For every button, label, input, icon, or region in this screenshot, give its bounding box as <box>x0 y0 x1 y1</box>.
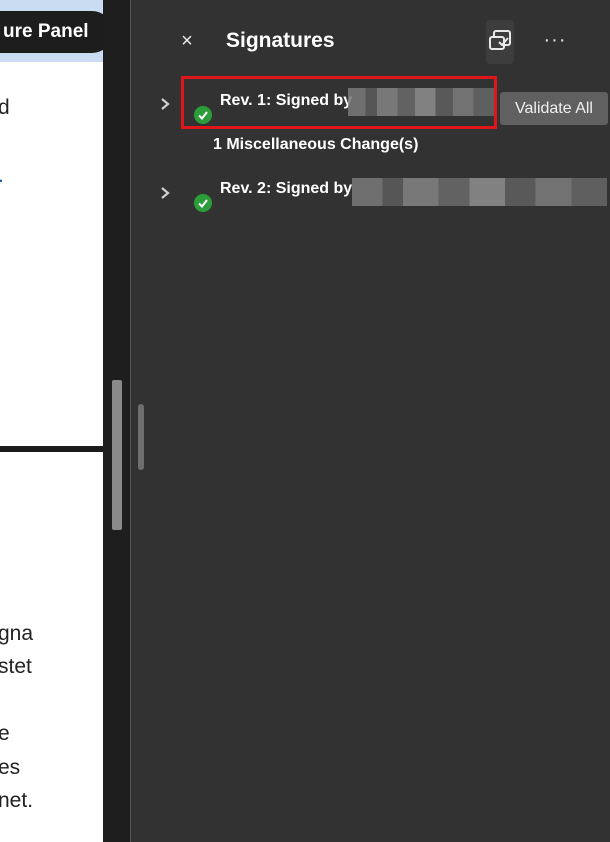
document-text-fragment: . <box>0 164 4 188</box>
close-icon[interactable]: × <box>176 30 198 52</box>
validate-all-icon <box>489 30 511 50</box>
document-text-fragment: e <box>0 722 10 745</box>
document-text-fragment: gna <box>0 622 34 645</box>
document-text-fragment: d <box>0 96 10 119</box>
valid-signature-icon <box>194 194 212 212</box>
panel-resize-handle[interactable] <box>138 404 144 470</box>
document-text-fragment: es <box>0 756 21 779</box>
revision-label: Rev. 2: Signed by <box>220 180 353 197</box>
revision-changes-label: 1 Miscellaneous Change(s) <box>213 136 419 153</box>
validate-all-button[interactable] <box>486 20 514 64</box>
document-divider <box>0 446 103 452</box>
document-text-fragment: stet <box>0 655 32 678</box>
more-options-icon[interactable]: ··· <box>541 28 569 56</box>
redacted-signer-name <box>352 178 607 206</box>
signature-panel-tab[interactable]: ure Panel <box>0 11 113 53</box>
panel-title: Signatures <box>226 29 335 52</box>
chevron-right-icon[interactable] <box>158 97 172 111</box>
chevron-right-icon[interactable] <box>158 186 172 200</box>
validate-all-tooltip: Validate All <box>500 92 608 125</box>
document-text-fragment: net. <box>0 789 34 812</box>
document-view: d . gna stet e es net. <box>0 0 103 842</box>
revision-row[interactable]: Rev. 2: Signed by <box>150 172 610 212</box>
highlight-box <box>181 76 497 129</box>
document-scrollbar[interactable] <box>112 380 122 530</box>
